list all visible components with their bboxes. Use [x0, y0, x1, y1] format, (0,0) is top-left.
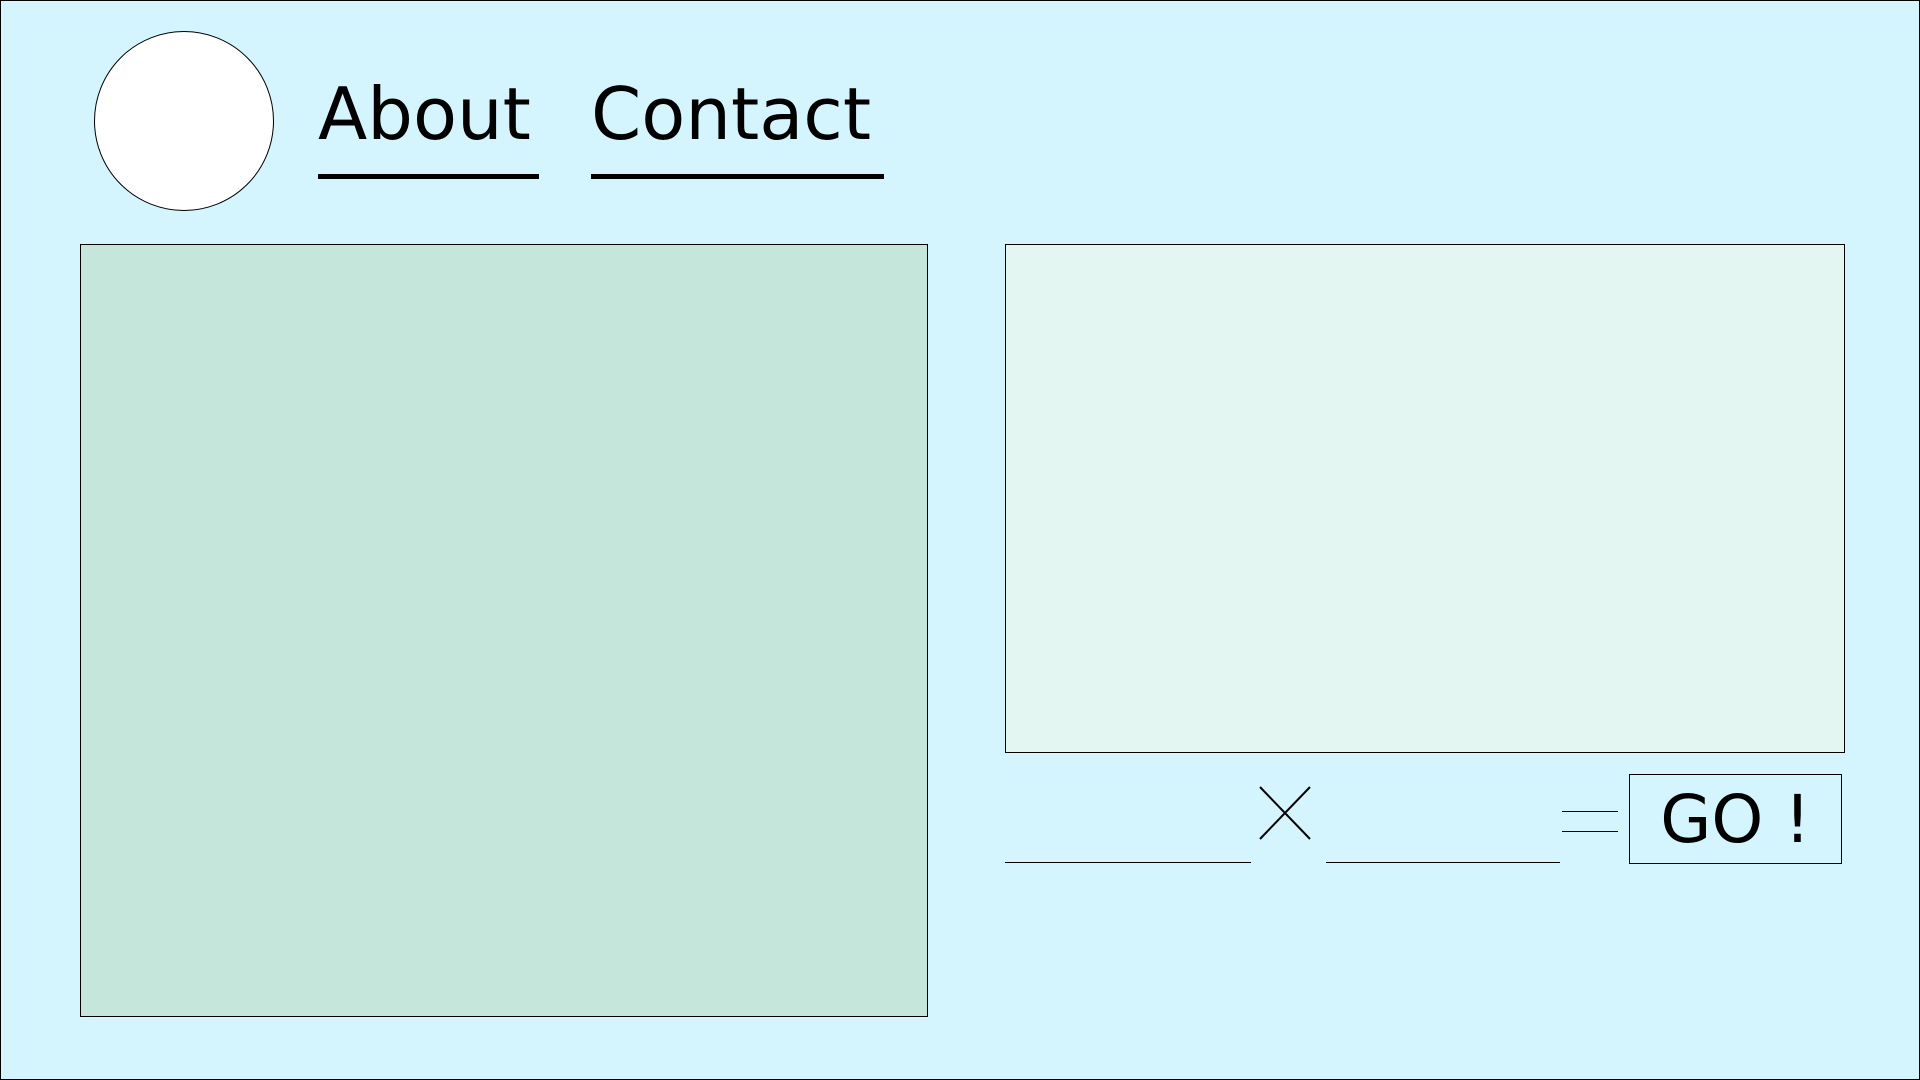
nav-about-label: About [318, 72, 531, 156]
nav-contact-underline [591, 174, 884, 179]
nav-about[interactable]: About [318, 78, 539, 179]
nav-about-underline [318, 174, 539, 179]
right-content-panel [1005, 244, 1845, 753]
operand-2-input[interactable] [1326, 820, 1560, 863]
operand-1-input[interactable] [1005, 820, 1251, 863]
nav-contact-label: Contact [591, 72, 872, 156]
go-button[interactable]: GO ! [1629, 774, 1842, 864]
left-content-panel [80, 244, 928, 1017]
logo-avatar[interactable] [94, 31, 274, 211]
nav-contact[interactable]: Contact [591, 78, 884, 179]
times-icon [1259, 786, 1311, 840]
